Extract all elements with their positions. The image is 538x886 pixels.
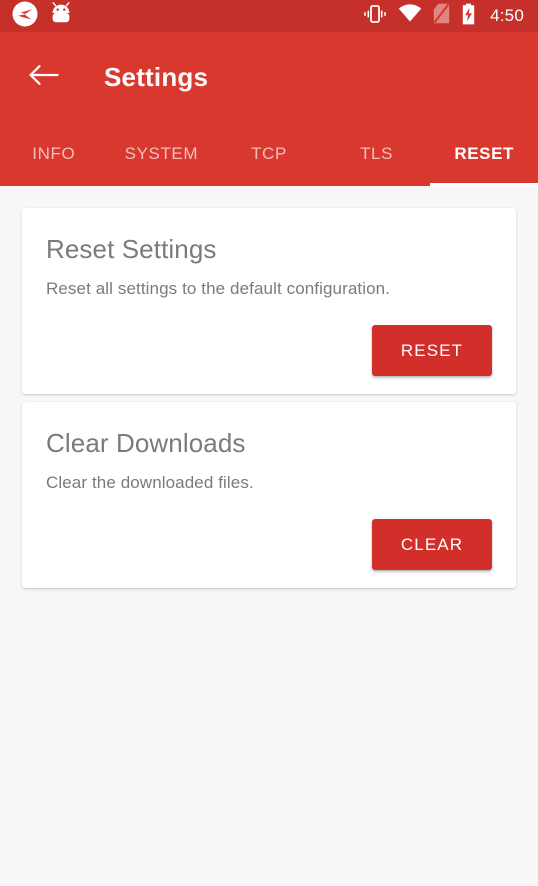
settings-content: Reset Settings Reset all settings to the… (0, 186, 538, 588)
reset-settings-title: Reset Settings (46, 234, 217, 264)
status-bar-left-icons (12, 1, 72, 32)
reset-button[interactable]: RESET (372, 325, 492, 376)
clear-downloads-card: Clear Downloads Clear the downloaded fil… (22, 402, 516, 588)
tab-bar: INFO SYSTEM TCP TLS RESET (0, 122, 538, 186)
reset-settings-actions: RESET (46, 325, 492, 376)
reset-settings-description: Reset all settings to the default config… (46, 279, 391, 298)
clear-downloads-description: Clear the downloaded files. (46, 473, 254, 492)
battery-charging-icon (461, 3, 476, 30)
app-bar: Settings (0, 32, 538, 122)
vibrate-icon (363, 4, 387, 29)
android-robot-icon (50, 1, 72, 31)
arrow-left-icon (29, 64, 59, 91)
tab-system[interactable]: SYSTEM (108, 122, 216, 186)
app-logo-icon (12, 1, 38, 32)
tab-tcp[interactable]: TCP (215, 122, 323, 186)
back-button[interactable] (24, 57, 64, 97)
status-bar: 4:50 (0, 0, 538, 32)
tab-reset[interactable]: RESET (430, 122, 538, 186)
clear-downloads-actions: CLEAR (46, 519, 492, 570)
no-sim-icon (433, 3, 450, 29)
tab-tls[interactable]: TLS (323, 122, 431, 186)
page-title: Settings (104, 61, 209, 92)
clear-downloads-title: Clear Downloads (46, 428, 246, 458)
clear-button[interactable]: CLEAR (372, 519, 492, 570)
wifi-icon (398, 4, 422, 28)
tab-info[interactable]: INFO (0, 122, 108, 186)
status-bar-clock: 4:50 (490, 6, 524, 25)
reset-settings-card: Reset Settings Reset all settings to the… (22, 208, 516, 394)
status-bar-right-icons: 4:50 (363, 3, 524, 30)
